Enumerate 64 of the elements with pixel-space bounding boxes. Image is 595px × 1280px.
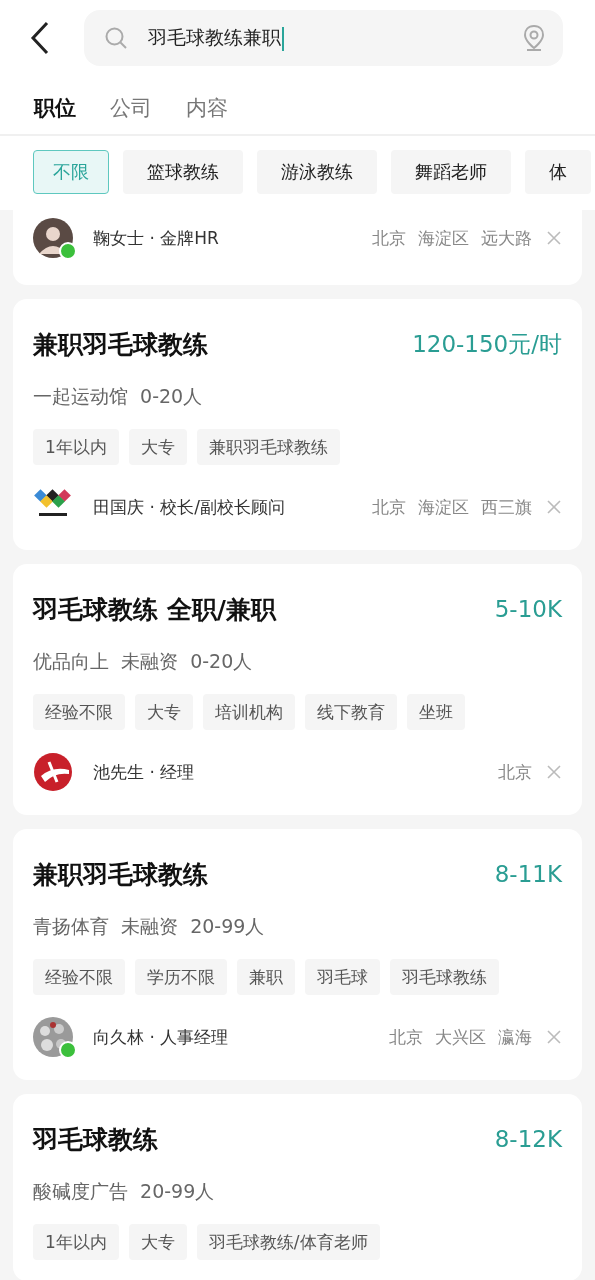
search-icon	[104, 26, 128, 50]
location-text: 大兴区	[435, 1025, 486, 1049]
job-tag: 学历不限	[135, 959, 227, 995]
back-icon[interactable]	[30, 21, 50, 55]
tab[interactable]: 公司	[110, 94, 152, 122]
job-tag: 经验不限	[33, 959, 125, 995]
job-tag: 经验不限	[33, 694, 125, 730]
filter-chip[interactable]: 篮球教练	[123, 150, 243, 194]
job-tag: 羽毛球教练	[390, 959, 499, 995]
job-card[interactable]: 兼职羽毛球教练 120-150元/时 一起运动馆 0-20人 1年以内 大专 兼职羽毛球教练 田国庆 · 校长/副校长顾问 北京 海淀区 西三旗	[13, 299, 582, 550]
location-text: 海淀区	[418, 495, 469, 519]
company-info: 优品向上 未融资 0-20人	[33, 649, 254, 674]
recruiter-name: 鞠女士 · 金牌HR	[93, 226, 220, 250]
job-title: 羽毛球教练	[33, 1123, 158, 1156]
salary: 8-11K	[494, 861, 562, 887]
location-text: 北京	[372, 226, 406, 250]
company-info: 一起运动馆 0-20人	[33, 384, 204, 409]
location-text: 北京	[498, 760, 532, 784]
company-logo	[33, 752, 73, 792]
tab[interactable]: 内容	[186, 94, 228, 122]
location-text: 瀛海	[498, 1025, 532, 1049]
job-card[interactable]: 羽毛球教练 8-12K 酸碱度广告 20-99人 1年以内 大专 羽毛球教练/体育老师	[13, 1094, 582, 1280]
close-icon[interactable]	[546, 499, 562, 515]
filter-chip[interactable]: 体	[525, 150, 591, 194]
job-tag: 1年以内	[33, 1224, 119, 1260]
close-icon[interactable]	[546, 230, 562, 246]
filter-chip[interactable]: 舞蹈老师	[391, 150, 511, 194]
filter-chip[interactable]: 游泳教练	[257, 150, 377, 194]
tab[interactable]: 职位	[34, 94, 76, 122]
job-title: 羽毛球教练 全职/兼职	[33, 593, 276, 626]
job-tag: 大专	[128, 429, 187, 465]
job-card[interactable]: 兼职羽毛球教练 8-11K 青扬体育 未融资 20-99人 经验不限 学历不限 兼职 羽毛球 羽毛球教练 向久林 · 人事经理 北京 大兴区 瀛海	[13, 829, 582, 1080]
job-title: 兼职羽毛球教练	[33, 328, 208, 361]
location-text: 西三旗	[481, 495, 532, 519]
job-card[interactable]: 羽毛球教练 全职/兼职 5-10K 优品向上 未融资 0-20人 经验不限 大专 培训机构 线下教育 坐班 池先生 · 经理 北京	[13, 564, 582, 815]
job-tag: 大专	[135, 694, 193, 730]
recruiter-name: 田国庆 · 校长/副校长顾问	[93, 495, 286, 519]
salary: 8-12K	[494, 1126, 562, 1152]
company-info: 青扬体育 未融资 20-99人	[33, 914, 266, 939]
location-text: 北京	[389, 1025, 423, 1049]
close-icon[interactable]	[546, 764, 562, 780]
company-info: 酸碱度广告 20-99人	[33, 1179, 216, 1204]
job-tag: 兼职	[237, 959, 295, 995]
location-pin-icon[interactable]	[523, 24, 545, 52]
search-text: 羽毛球教练兼职	[148, 25, 503, 51]
salary: 5-10K	[494, 596, 562, 622]
job-tag: 兼职羽毛球教练	[196, 429, 340, 465]
job-tag: 坐班	[407, 694, 465, 730]
recruiter-name: 池先生 · 经理	[93, 760, 196, 784]
job-tag: 培训机构	[203, 694, 295, 730]
salary: 120-150元/时	[412, 329, 562, 359]
job-tag: 大专	[128, 1224, 187, 1260]
close-icon[interactable]	[546, 1029, 562, 1045]
recruiter-name: 向久林 · 人事经理	[93, 1025, 230, 1049]
search-field[interactable]: 羽毛球教练兼职	[84, 10, 563, 66]
location-text: 北京	[372, 495, 406, 519]
job-tag: 1年以内	[33, 429, 119, 465]
job-tag: 羽毛球教练/体育老师	[196, 1224, 380, 1260]
location-text: 远大路	[481, 226, 532, 250]
job-title: 兼职羽毛球教练	[33, 858, 208, 891]
job-tag: 羽毛球	[305, 959, 380, 995]
location-text: 海淀区	[418, 226, 469, 250]
job-card[interactable]: 鞠女士 · 金牌HR 北京 海淀区 远大路	[13, 210, 582, 285]
job-tag: 线下教育	[305, 694, 397, 730]
